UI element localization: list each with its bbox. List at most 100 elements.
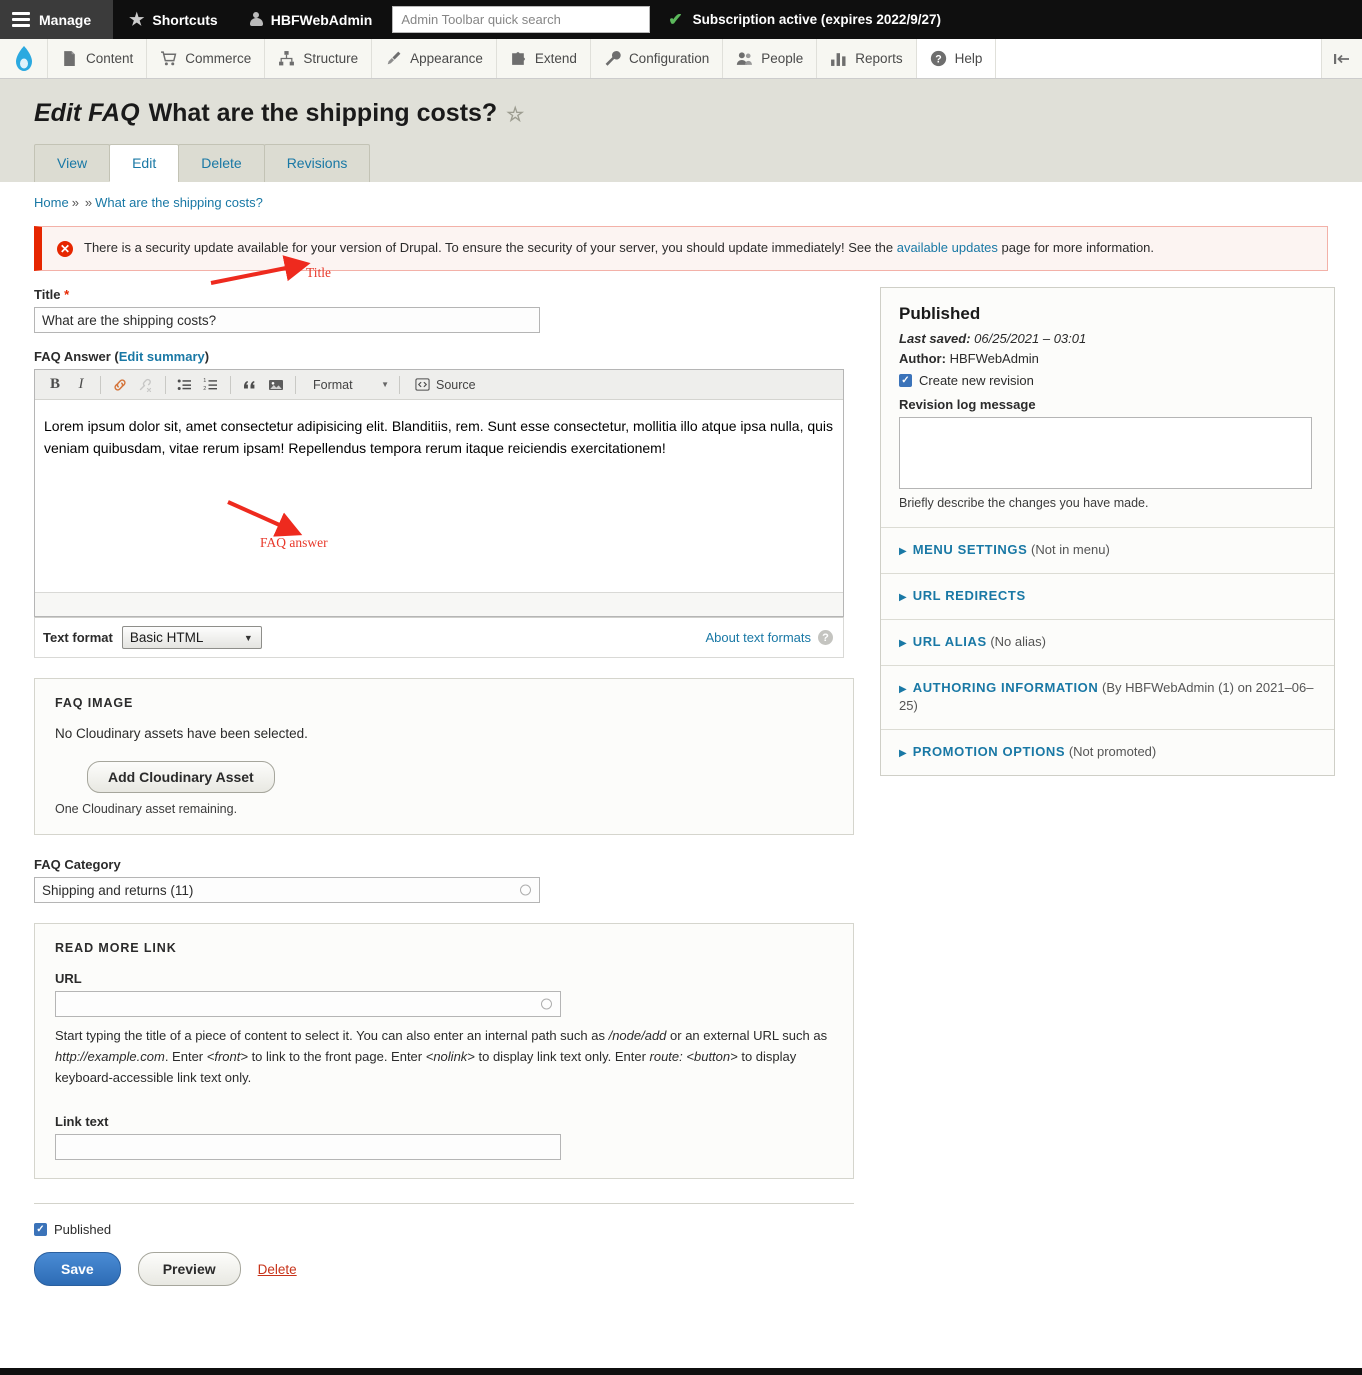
menu-item-people[interactable]: People [723,39,818,78]
menu-item-configuration[interactable]: Configuration [590,39,724,78]
security-update-message: ✕ There is a security update available f… [34,226,1328,271]
star-icon: ★ [129,10,145,29]
toolbar-manage-button[interactable]: Manage [0,0,114,39]
url-help-text: Start typing the title of a piece of con… [55,1025,830,1088]
delete-link[interactable]: Delete [258,1262,297,1277]
help-nolink-token: <nolink> [425,1049,475,1065]
tab-delete[interactable]: Delete [178,144,265,182]
breadcrumb: Home»» What are the shipping costs? [0,182,1362,210]
toolbar-search-wrap [388,0,654,39]
chevron-down-icon: ▼ [381,380,389,389]
page-bottom-bar [0,1368,1362,1375]
cart-icon [161,51,177,66]
bookmark-star-icon[interactable]: ☆ [506,102,524,127]
author-value: HBFWebAdmin [949,351,1039,366]
ckeditor-body[interactable]: Lorem ipsum dolor sit, amet consectetur … [35,400,843,592]
faq-answer-label: FAQ Answer (Edit summary) [34,349,854,364]
sidebar-section-promotion-options[interactable]: ▶ PROMOTION OPTIONS (Not promoted) [881,730,1334,775]
link-button[interactable] [108,374,132,395]
edit-summary-link[interactable]: Edit summary [119,349,205,364]
add-cloudinary-asset-button[interactable]: Add Cloudinary Asset [87,761,275,793]
menu-label: Content [86,51,134,66]
numbered-list-icon: 1 2 [203,378,217,392]
text-format-label: Text format [43,630,113,645]
puzzle-icon [512,52,525,65]
tab-edit[interactable]: Edit [109,144,180,182]
sidebar-section-authoring-information[interactable]: ▶ AUTHORING INFORMATION (By HBFWebAdmin (… [881,666,1334,731]
breadcrumb-separator: » [71,195,79,210]
menu-item-commerce[interactable]: Commerce [147,39,266,78]
faq-image-legend: FAQ IMAGE [55,696,134,710]
create-revision-checkbox[interactable] [899,374,912,387]
bullet-list-button[interactable] [173,374,197,395]
preview-button[interactable]: Preview [137,1252,241,1287]
numbered-list-button[interactable]: 1 2 [199,374,223,395]
admin-quick-search-input[interactable] [392,6,651,33]
blockquote-button[interactable] [238,374,262,395]
tab-revisions[interactable]: Revisions [263,144,371,182]
menu-item-extend[interactable]: Extend [496,39,591,78]
section-title: MENU SETTINGS [912,542,1028,557]
menu-item-help[interactable]: ? Help [916,39,997,78]
italic-button[interactable]: I [69,374,93,395]
menu-item-structure[interactable]: Structure [265,39,373,78]
read-more-legend: READ MORE LINK [55,941,177,955]
save-button[interactable]: Save [34,1252,121,1287]
format-dropdown[interactable]: Format ▼ [307,374,392,395]
help-question-icon[interactable]: ? [818,630,833,645]
admin-menu-bar: Content Commerce Structure Appearance Ex… [0,39,1362,79]
subscription-status: ✔ Subscription active (expires 2022/9/27… [654,0,955,39]
unlink-icon [139,378,152,392]
menu-item-reports[interactable]: Reports [817,39,917,78]
faq-category-label: FAQ Category [34,857,121,872]
bars-icon [831,53,846,66]
published-checkbox[interactable] [34,1223,47,1237]
link-text-input[interactable] [55,1134,561,1161]
breadcrumb-current[interactable]: What are the shipping costs? [95,195,263,210]
section-title: URL ALIAS [912,633,987,649]
url-input[interactable] [55,991,561,1017]
menu-item-appearance[interactable]: Appearance [372,39,497,78]
hamburger-icon [12,12,30,27]
text-format-select[interactable]: Basic HTML ▼ [121,626,262,649]
create-revision-label: Create new revision [919,373,1034,388]
faq-image-fieldset: FAQ IMAGE No Cloudinary assets have been… [34,678,854,835]
sitemap-icon [279,51,295,66]
revision-log-textarea[interactable] [899,417,1312,489]
breadcrumb-home[interactable]: Home [34,195,69,210]
menu-label: Help [954,51,983,66]
publish-status-block: Published Last saved: 06/25/2021 – 03:01… [881,288,1334,528]
section-summary: (Not in menu) [1031,542,1110,557]
section-title: AUTHORING INFORMATION [912,679,1099,695]
menu-label: Commerce [185,51,252,66]
ckeditor: B I 1 2 Format ▼ Source Lorem ipsum dolo… [34,369,844,617]
faq-image-action-wrap: Add Cloudinary Asset [55,761,833,793]
menu-label: Extend [534,51,577,66]
toolbar-shortcuts-button[interactable]: ★ Shortcuts [113,0,234,39]
faq-category-input[interactable] [34,877,540,903]
image-button[interactable] [264,374,288,395]
toolbar-user-button[interactable]: HBFWebAdmin [234,0,389,39]
sidebar-section-url-redirects[interactable]: ▶ URL REDIRECTS [881,574,1334,620]
source-button[interactable]: Source [410,374,481,395]
checkmark-icon: ✔ [668,10,683,29]
admin-toolbar: Manage ★ Shortcuts HBFWebAdmin ✔ Subscri… [0,0,1362,39]
create-revision-row: Create new revision [899,373,1316,388]
toolbar-collapse-button[interactable] [1322,39,1362,78]
status-title: Published [899,304,981,323]
menu-item-content[interactable]: Content [48,39,148,78]
section-title: URL REDIRECTS [912,587,1026,603]
main-content: Title * FAQ Answer (Edit summary) B I [0,255,1362,1287]
message-text-after: page for more information. [1001,240,1155,255]
about-text-formats-link[interactable]: About text formats [706,630,812,645]
faq-image-empty-text: No Cloudinary assets have been selected. [55,726,308,741]
title-input[interactable] [34,307,540,333]
drupal-logo[interactable] [0,39,48,78]
sidebar-section-url-alias[interactable]: ▶ URL ALIAS (No alias) [881,620,1334,666]
bold-button[interactable]: B [43,374,67,395]
toolbar-separator-5 [399,375,400,394]
sidebar-section-menu-settings[interactable]: ▶ MENU SETTINGS (Not in menu) [881,528,1334,574]
faq-answer-label-end: ) [204,349,210,364]
tab-view[interactable]: View [34,144,111,182]
available-updates-link[interactable]: available updates [897,240,998,255]
